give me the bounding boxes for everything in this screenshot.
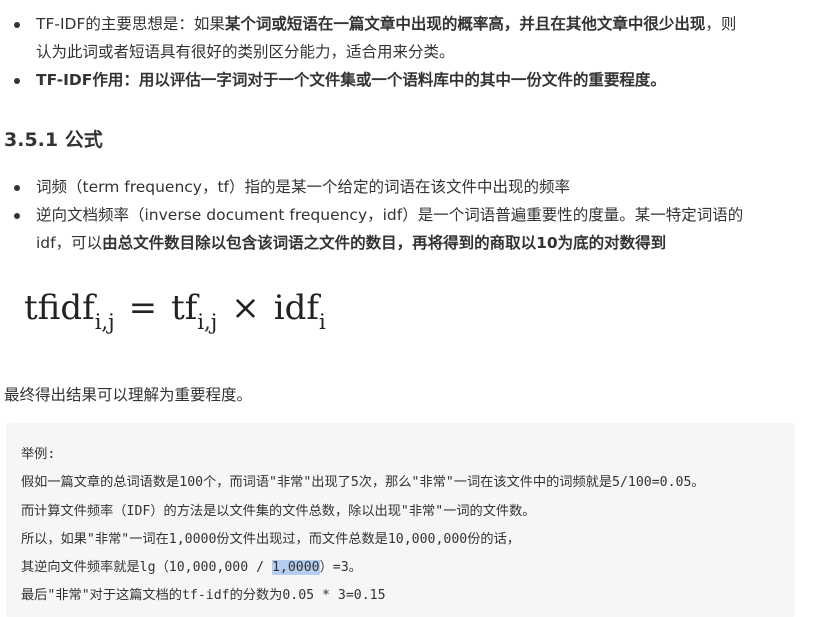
- example-text: 其逆向文件频率就是lg（10,000,000 /: [21, 560, 272, 575]
- selected-text-highlight[interactable]: 1,0000: [271, 560, 320, 575]
- list-item: 词频（term frequency，tf）指的是某一个给定的词语在该文件中出现的…: [0, 173, 790, 201]
- bullet-text-bold: 由总文件数目除以包含该词语之文件的数目，再将得到的商取以10为底的对数得到: [102, 234, 667, 252]
- formula-idf-subscript: i: [319, 310, 326, 334]
- bullet-text: ，则: [705, 15, 737, 33]
- example-line: 而计算文件频率（IDF）的方法是以文件集的文件总数，除以出现"非常"一词的文件数…: [21, 504, 536, 519]
- bullet-text-bold: 某个词或短语在一篇文章中出现的概率高，并且在其他文章中很少出现: [224, 15, 706, 33]
- example-line: 最后"非常"对于这篇文档的tf-idf的分数为0.05 * 3=0.15: [21, 588, 386, 603]
- example-line: 所以，如果"非常"一词在1,0000份文件出现过，而文件总数是10,000,00…: [21, 532, 520, 547]
- bullet-dot-icon: [14, 22, 20, 28]
- example-title: 举例:: [21, 447, 56, 462]
- list-item: 逆向文档频率（inverse document frequency，idf）是一…: [0, 201, 790, 257]
- bullet-dot-icon: [14, 78, 20, 84]
- formula-bullet-list: 词频（term frequency，tf）指的是某一个给定的词语在该文件中出现的…: [0, 173, 790, 257]
- example-line: 假如一篇文章的总词语数是100个，而词语"非常"出现了5次，那么"非常"一词在该…: [21, 475, 705, 490]
- bullet-text-bold: TF-IDF作用：用以评估一字词对于一个文件集或一个语料库中的其中一份文件的重要…: [36, 71, 666, 89]
- formula-lhs: tfidf: [24, 288, 95, 328]
- bullet-text: 逆向文档频率（inverse document frequency，idf）是一…: [36, 206, 744, 224]
- list-item: TF-IDF的主要思想是：如果某个词或短语在一篇文章中出现的概率高，并且在其他文…: [0, 10, 790, 66]
- list-item: TF-IDF作用：用以评估一字词对于一个文件集或一个语料库中的其中一份文件的重要…: [0, 66, 790, 94]
- result-paragraph: 最终得出结果可以理解为重要程度。: [4, 386, 253, 404]
- example-line: 其逆向文件频率就是lg（10,000,000 / 1,0000）=3。: [21, 556, 362, 575]
- bullet-dot-icon: [14, 185, 20, 191]
- formula-lhs-subscript: i,j: [94, 310, 115, 334]
- bullet-dot-icon: [14, 213, 20, 219]
- example-text: ）=3。: [319, 560, 362, 575]
- intro-bullet-list: TF-IDF的主要思想是：如果某个词或短语在一篇文章中出现的概率高，并且在其他文…: [0, 10, 790, 94]
- formula-idf: idf: [273, 288, 319, 328]
- tfidf-formula: tfidfi,j = tfi,j × idfi: [24, 288, 326, 334]
- formula-tf: tf: [171, 288, 198, 328]
- bullet-text: 词频（term frequency，tf）指的是某一个给定的词语在该文件中出现的…: [36, 178, 571, 196]
- example-code-block: 举例: 假如一篇文章的总词语数是100个，而词语"非常"出现了5次，那么"非常"…: [6, 423, 795, 617]
- bullet-text: TF-IDF的主要思想是：如果: [36, 15, 225, 33]
- bullet-text: 认为此词或者短语具有很好的类别区分能力，适合用来分类。: [36, 43, 455, 61]
- formula-times: ×: [231, 288, 260, 328]
- bullet-text: idf，可以: [36, 234, 103, 252]
- document-page: TF-IDF的主要思想是：如果某个词或短语在一篇文章中出现的概率高，并且在其他文…: [0, 0, 815, 617]
- formula-tf-subscript: i,j: [197, 310, 218, 334]
- formula-equals: =: [128, 288, 158, 328]
- section-heading: 3.5.1 公式: [4, 129, 103, 151]
